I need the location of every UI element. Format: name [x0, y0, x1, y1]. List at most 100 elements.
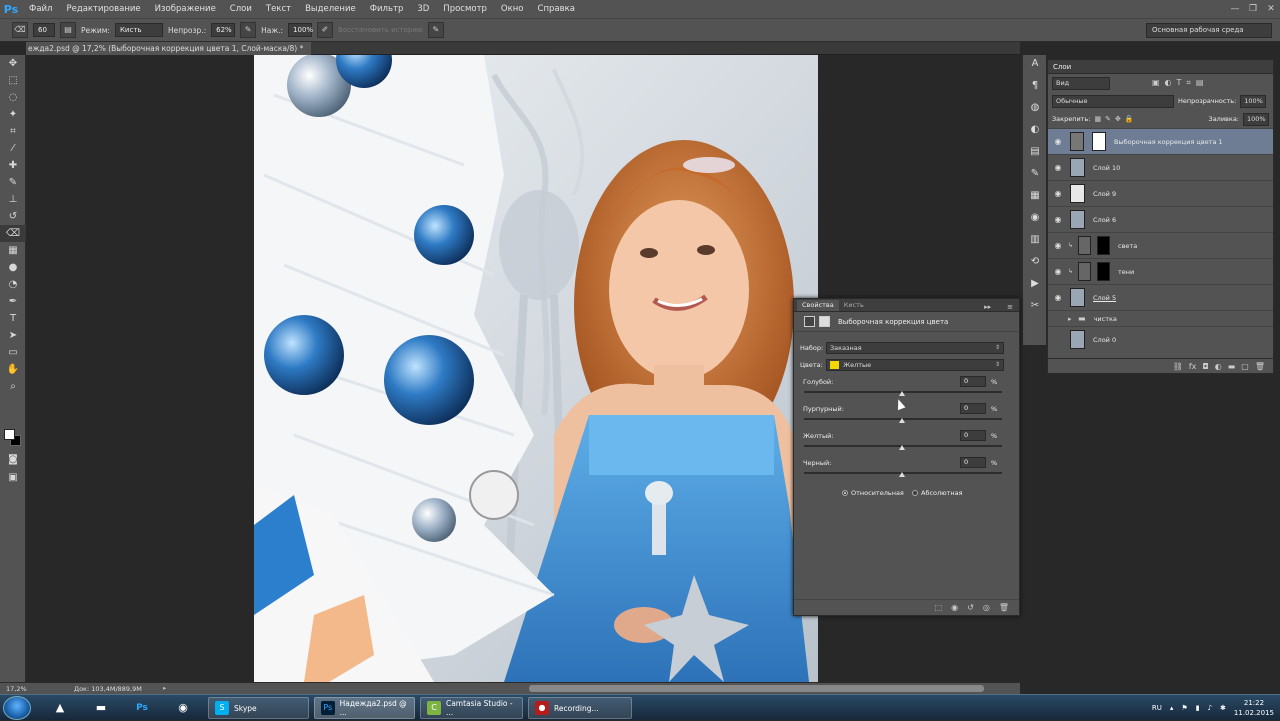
tab-layers[interactable]: Слои: [1053, 63, 1071, 71]
layer-name[interactable]: Слой 5: [1093, 294, 1116, 302]
brush-size-picker[interactable]: 60: [33, 23, 55, 37]
eye-icon[interactable]: ◉: [1048, 267, 1068, 276]
panel-menu-icon[interactable]: ≡: [1007, 303, 1019, 311]
eye-icon[interactable]: ◉: [1048, 163, 1068, 172]
adjustments-panel-icon[interactable]: ◐: [1023, 121, 1047, 139]
network-icon[interactable]: ▮: [1196, 704, 1200, 712]
eraser-tool-preset-icon[interactable]: ⌫: [12, 22, 28, 38]
brush-panel-toggle-icon[interactable]: ▤: [60, 22, 76, 38]
brush-tool-icon[interactable]: ✎: [0, 174, 26, 191]
taskbar-app-skype[interactable]: S Skype: [208, 697, 309, 719]
color-panel-icon[interactable]: ◍: [1023, 99, 1047, 117]
menu-select[interactable]: Выделение: [298, 0, 363, 18]
toggle-visibility-icon[interactable]: ◎: [983, 600, 990, 615]
bluetooth-icon[interactable]: ✱: [1220, 704, 1226, 712]
blend-mode-select[interactable]: Обычные: [1052, 94, 1174, 108]
new-adjustment-icon[interactable]: ◐: [1215, 359, 1222, 373]
status-menu-arrow-icon[interactable]: ▸: [163, 684, 166, 692]
menu-view[interactable]: Просмотр: [436, 0, 494, 18]
tool-presets-panel-icon[interactable]: ✂: [1023, 297, 1047, 315]
menu-help[interactable]: Справка: [531, 0, 582, 18]
menu-image[interactable]: Изображение: [148, 0, 223, 18]
layer-name[interactable]: света: [1118, 242, 1137, 250]
flow-field[interactable]: 100%: [288, 23, 313, 37]
tray-expand-icon[interactable]: ▴: [1170, 704, 1174, 712]
history-panel-icon[interactable]: ⟲: [1023, 253, 1047, 271]
clock[interactable]: 21:22 11.02.2015: [1234, 698, 1274, 718]
layer-mask-thumbnail[interactable]: [1097, 262, 1110, 281]
radio-icon[interactable]: [912, 490, 918, 496]
slider-value[interactable]: 0: [960, 403, 986, 414]
airbrush-icon[interactable]: ✐: [317, 22, 334, 38]
paragraph-panel-icon[interactable]: ¶: [1023, 77, 1047, 95]
lasso-tool-icon[interactable]: ◌: [0, 89, 26, 106]
layer-style-icon[interactable]: fx: [1189, 359, 1197, 373]
eye-icon[interactable]: ◉: [1048, 215, 1068, 224]
zoom-level[interactable]: 17,2%: [6, 685, 27, 693]
eye-icon[interactable]: ◉: [1048, 241, 1068, 250]
language-indicator[interactable]: RU: [1152, 704, 1162, 712]
lock-icons[interactable]: ▦✎✥🔒: [1094, 115, 1137, 123]
menu-layers[interactable]: Слои: [223, 0, 259, 18]
avast-icon[interactable]: ▲: [45, 697, 75, 719]
menu-edit[interactable]: Редактирование: [59, 0, 147, 18]
new-group-icon[interactable]: ▬: [1228, 359, 1236, 373]
start-button[interactable]: [3, 696, 31, 720]
action-center-icon[interactable]: ⚑: [1181, 704, 1187, 712]
mask-icon[interactable]: [819, 316, 830, 327]
blur-tool-icon[interactable]: ●: [0, 259, 26, 276]
quick-mask-icon[interactable]: ◙: [0, 451, 26, 468]
pressure-size-icon[interactable]: ✎: [427, 22, 444, 38]
layer-row[interactable]: ◉ Слой 9: [1048, 180, 1273, 206]
layer-row[interactable]: ◉ Слой 5: [1048, 284, 1273, 310]
clip-to-layer-icon[interactable]: ⬚: [935, 600, 943, 615]
layer-name[interactable]: Слой 10: [1093, 164, 1120, 172]
layer-group-row[interactable]: ▸ ▬ чистка: [1048, 310, 1273, 326]
eye-icon[interactable]: ◉: [1048, 137, 1068, 146]
histogram-panel-icon[interactable]: ▥: [1023, 231, 1047, 249]
menu-file[interactable]: Файл: [22, 0, 59, 18]
method-absolute-option[interactable]: Абсолютная: [912, 489, 963, 497]
layer-mask-thumbnail[interactable]: [1092, 132, 1106, 151]
crop-tool-icon[interactable]: ⌗: [0, 123, 26, 140]
taskbar-app-photoshop[interactable]: Ps Надежда2.psd @ ...: [314, 697, 415, 719]
pressure-opacity-icon[interactable]: ✎: [240, 22, 257, 38]
slider-thumb[interactable]: [899, 418, 905, 423]
layer-name[interactable]: Слой 6: [1093, 216, 1116, 224]
layer-filter-select[interactable]: Вид: [1052, 76, 1110, 90]
eyedropper-tool-icon[interactable]: ⁄: [0, 140, 26, 157]
method-relative-option[interactable]: Относительная: [842, 489, 904, 497]
document-image[interactable]: [254, 55, 818, 682]
photoshop-pinned-icon[interactable]: Ps: [127, 697, 157, 719]
mode-select[interactable]: Кисть: [114, 23, 163, 37]
layer-name[interactable]: Слой 9: [1093, 190, 1116, 198]
menu-filter[interactable]: Фильтр: [363, 0, 411, 18]
layer-row[interactable]: ◉ ↳ тени: [1048, 258, 1273, 284]
new-layer-icon[interactable]: ▢: [1241, 359, 1249, 373]
foreground-color-swatch[interactable]: [4, 429, 15, 440]
taskbar-app-camtasia[interactable]: C Camtasia Studio - ...: [420, 697, 523, 719]
delete-adjustment-icon[interactable]: 🗑: [999, 600, 1009, 615]
layer-fill-field[interactable]: 100%: [1243, 112, 1269, 126]
colors-select[interactable]: Желтые ⇕: [826, 359, 1004, 371]
reset-icon[interactable]: ↺: [967, 600, 974, 615]
brush-presets-panel-icon[interactable]: ✎: [1023, 165, 1047, 183]
document-tab[interactable]: ежда2.psd @ 17,2% (Выборочная коррекция …: [26, 42, 312, 55]
opacity-field[interactable]: 62%: [211, 23, 236, 37]
clone-stamp-tool-icon[interactable]: ⊥: [0, 191, 26, 208]
swatches-panel-icon[interactable]: ▦: [1023, 187, 1047, 205]
layer-name[interactable]: Выборочная коррекция цвета 1: [1114, 138, 1223, 146]
slider-thumb[interactable]: [899, 445, 905, 450]
layer-mask-thumbnail[interactable]: [1097, 236, 1110, 255]
tab-properties[interactable]: Свойства: [797, 300, 839, 311]
view-previous-icon[interactable]: ◉: [951, 600, 958, 615]
layer-name[interactable]: тени: [1118, 268, 1134, 276]
styles-panel-icon[interactable]: ▤: [1023, 143, 1047, 161]
chrome-icon[interactable]: ◉: [168, 697, 198, 719]
zoom-tool-icon[interactable]: ⌕: [0, 378, 26, 395]
tab-brush[interactable]: Кисть: [839, 300, 869, 311]
volume-icon[interactable]: ♪: [1208, 704, 1212, 712]
layer-row[interactable]: ◉ ↳ света: [1048, 232, 1273, 258]
taskbar-app-recording[interactable]: ● Recording...: [528, 697, 632, 719]
slider-value[interactable]: 0: [960, 376, 986, 387]
